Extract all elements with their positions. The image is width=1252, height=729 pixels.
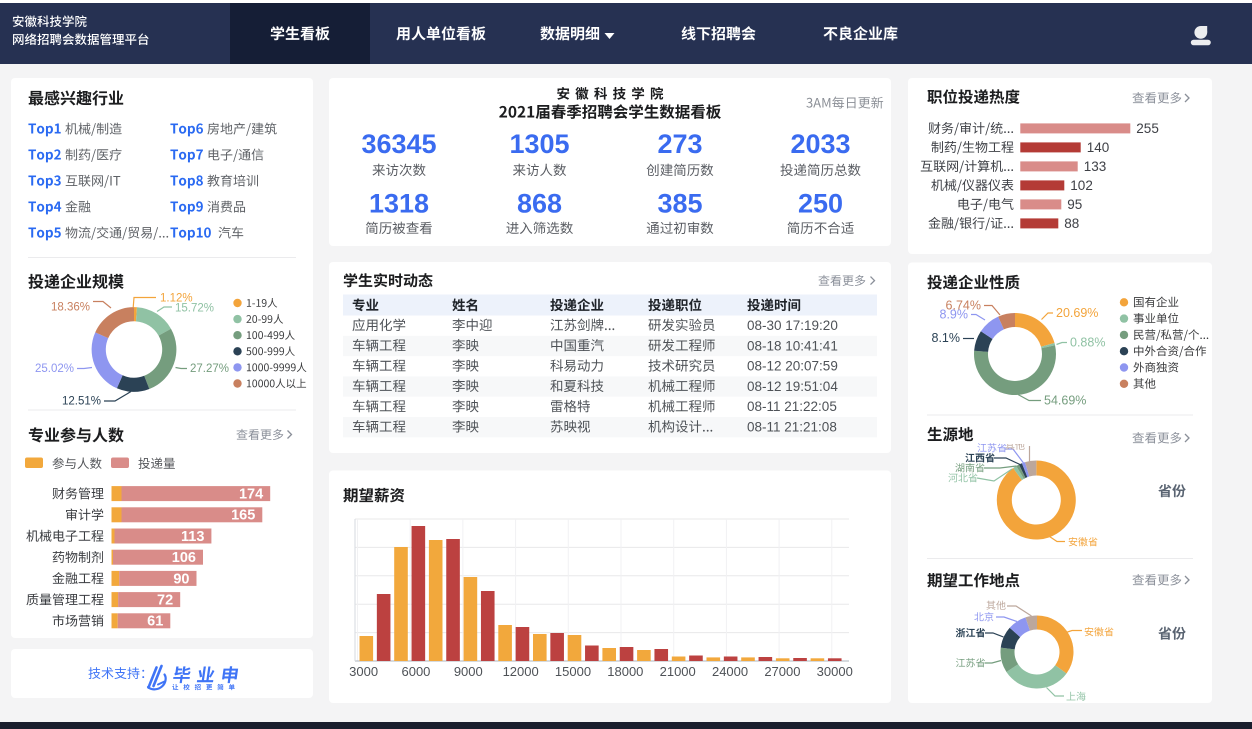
svg-text:0.88%: 0.88% bbox=[1070, 336, 1105, 350]
svg-text:88: 88 bbox=[1064, 216, 1079, 231]
svg-text:1318: 1318 bbox=[369, 189, 429, 219]
svg-text:165: 165 bbox=[231, 508, 255, 524]
svg-text:12000: 12000 bbox=[503, 664, 539, 679]
svg-text:12.51%: 12.51% bbox=[62, 396, 101, 408]
svg-text:250: 250 bbox=[798, 189, 843, 219]
svg-text:30000: 30000 bbox=[817, 664, 853, 679]
svg-text:08-11 21:22:05: 08-11 21:22:05 bbox=[747, 399, 837, 414]
svg-text:3000: 3000 bbox=[349, 664, 378, 679]
svg-text:9000: 9000 bbox=[454, 664, 483, 679]
svg-text:273: 273 bbox=[657, 129, 702, 159]
svg-text:2033: 2033 bbox=[790, 129, 850, 159]
svg-text:106: 106 bbox=[172, 550, 196, 566]
svg-text:27000: 27000 bbox=[764, 664, 800, 679]
svg-text:255: 255 bbox=[1136, 121, 1159, 136]
svg-text:1305: 1305 bbox=[509, 129, 569, 159]
svg-text:08-30 17:19:20: 08-30 17:19:20 bbox=[747, 318, 838, 333]
svg-text:36345: 36345 bbox=[361, 129, 436, 159]
svg-text:61: 61 bbox=[147, 614, 163, 630]
svg-text:15000: 15000 bbox=[555, 664, 591, 679]
svg-text:25.02%: 25.02% bbox=[35, 363, 74, 375]
svg-text:54.69%: 54.69% bbox=[1044, 394, 1086, 408]
svg-text:174: 174 bbox=[239, 487, 263, 503]
svg-text:15.72%: 15.72% bbox=[175, 303, 214, 315]
svg-text:133: 133 bbox=[1084, 159, 1107, 174]
svg-text:102: 102 bbox=[1070, 178, 1093, 193]
svg-text:08-12 20:07:59: 08-12 20:07:59 bbox=[747, 359, 838, 374]
svg-text:20.69%: 20.69% bbox=[1056, 306, 1098, 320]
svg-text:08-18 10:41:41: 08-18 10:41:41 bbox=[747, 338, 838, 353]
svg-text:95: 95 bbox=[1067, 197, 1082, 212]
svg-text:113: 113 bbox=[181, 529, 204, 545]
svg-text:18000: 18000 bbox=[607, 664, 643, 679]
svg-text:27.27%: 27.27% bbox=[190, 363, 229, 375]
svg-text:140: 140 bbox=[1087, 140, 1110, 155]
svg-text:385: 385 bbox=[657, 189, 702, 219]
svg-text:21000: 21000 bbox=[660, 664, 696, 679]
svg-text:8.1%: 8.1% bbox=[932, 331, 961, 345]
svg-text:08-11 21:21:08: 08-11 21:21:08 bbox=[747, 420, 837, 435]
svg-text:868: 868 bbox=[517, 189, 562, 219]
svg-text:6.74%: 6.74% bbox=[946, 299, 981, 313]
svg-text:72: 72 bbox=[157, 593, 173, 609]
svg-text:08-12 19:51:04: 08-12 19:51:04 bbox=[747, 379, 838, 394]
svg-text:90: 90 bbox=[173, 571, 189, 587]
svg-text:18.36%: 18.36% bbox=[51, 302, 90, 314]
svg-text:24000: 24000 bbox=[712, 664, 748, 679]
svg-text:6000: 6000 bbox=[401, 664, 430, 679]
